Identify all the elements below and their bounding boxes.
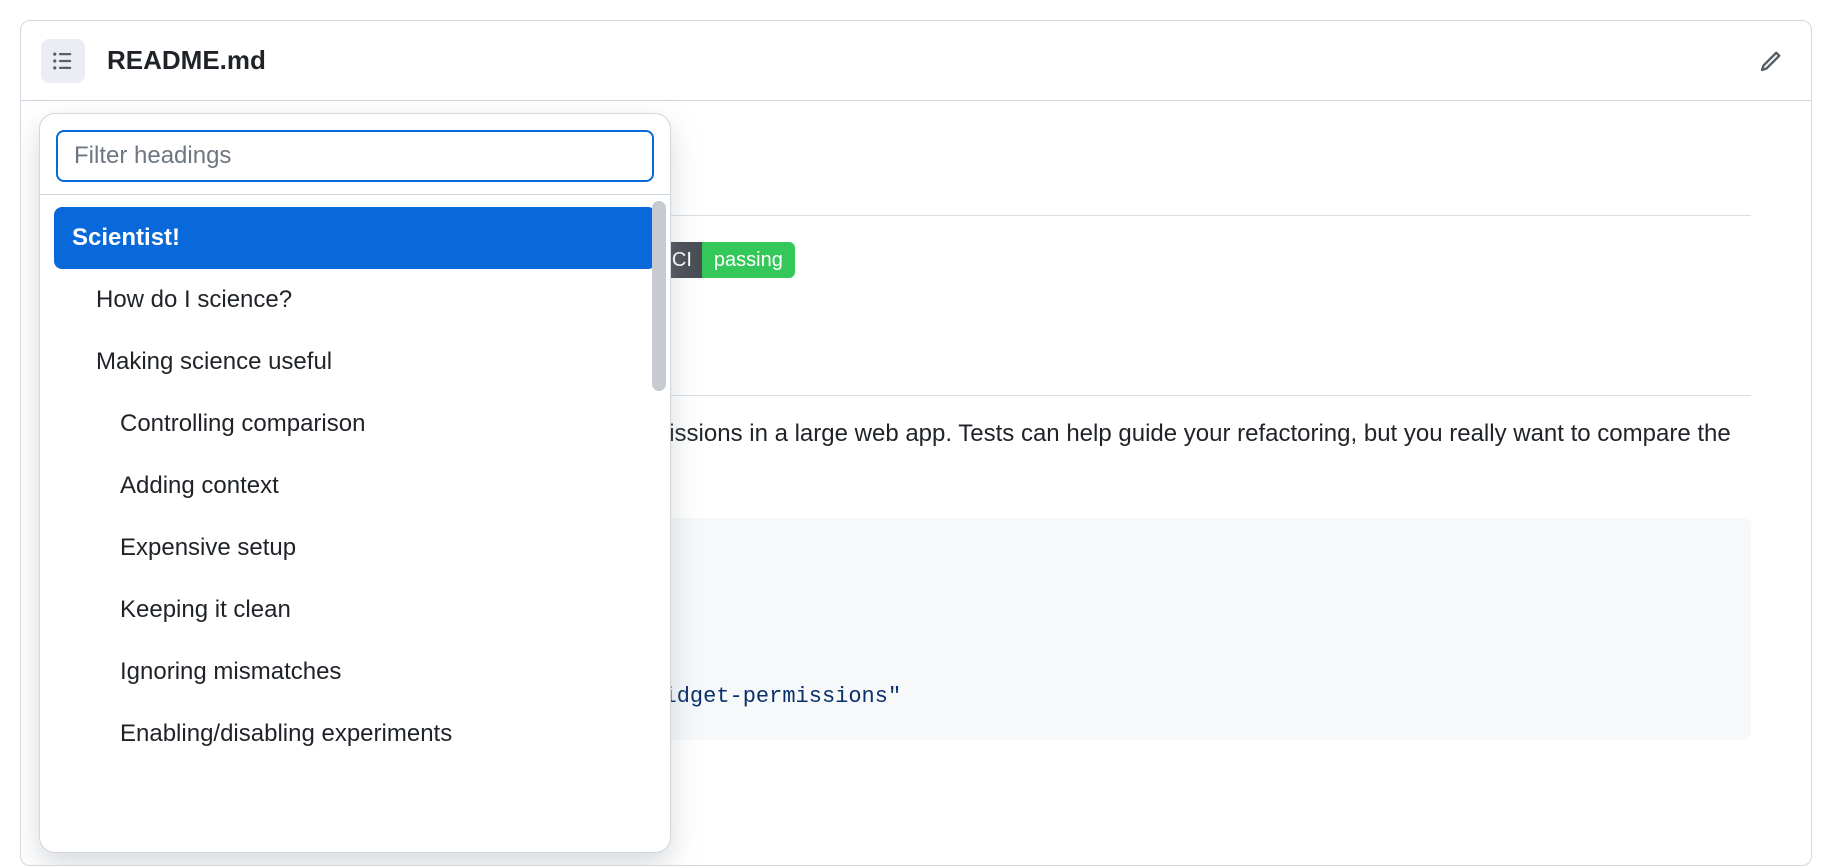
- edit-file-button[interactable]: [1751, 41, 1791, 81]
- outline-item[interactable]: How do I science?: [54, 269, 656, 331]
- scrollbar-thumb[interactable]: [652, 201, 666, 391]
- outline-item[interactable]: Ignoring mismatches: [54, 641, 656, 703]
- code-token: "widget-permissions": [637, 684, 901, 709]
- outline-item[interactable]: Making science useful: [54, 331, 656, 393]
- pencil-icon: [1759, 49, 1783, 73]
- outline-item[interactable]: Expensive setup: [54, 517, 656, 579]
- outline-item[interactable]: Scientist!: [54, 207, 656, 269]
- ci-badge-label: CI: [672, 245, 692, 275]
- filename-label: README.md: [107, 45, 266, 76]
- outline-item[interactable]: Keeping it clean: [54, 579, 656, 641]
- outline-filter-input[interactable]: [56, 130, 654, 182]
- outline-list: Scientist!How do I science?Making scienc…: [40, 195, 670, 845]
- outline-toggle-button[interactable]: [41, 39, 85, 83]
- outline-item[interactable]: Enabling/disabling experiments: [54, 703, 656, 765]
- outline-popover: Scientist!How do I science?Making scienc…: [39, 113, 671, 853]
- readme-header: README.md: [21, 21, 1811, 101]
- readme-panel: README.md Scientist! A Ruby library for …: [20, 20, 1812, 866]
- ci-badge-status: passing: [702, 242, 795, 278]
- outline-item[interactable]: Controlling comparison: [54, 393, 656, 455]
- outline-item[interactable]: Adding context: [54, 455, 656, 517]
- list-icon: [52, 50, 74, 72]
